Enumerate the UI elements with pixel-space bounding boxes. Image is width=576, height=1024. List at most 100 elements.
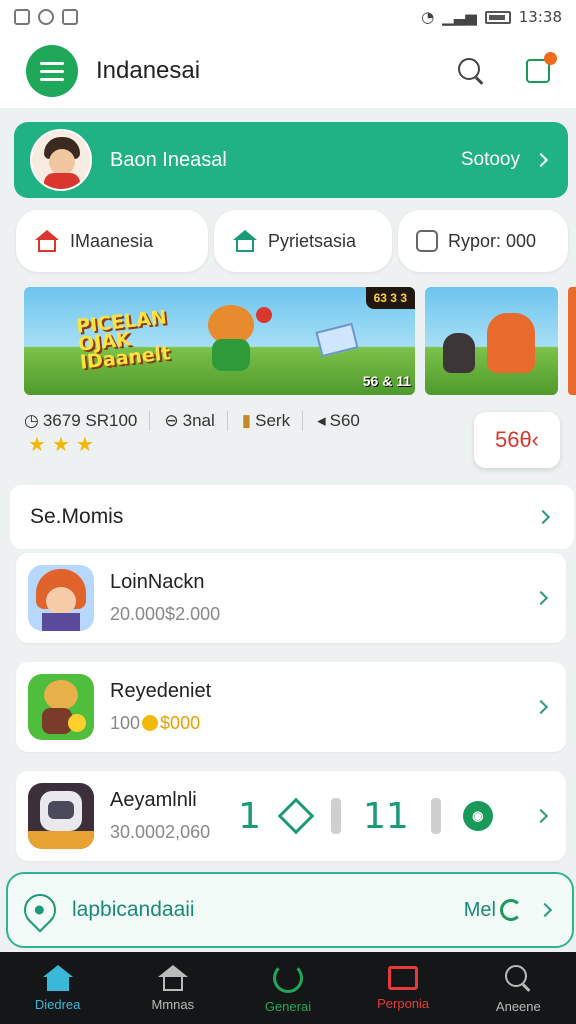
nav-label: Generai <box>264 998 312 1014</box>
battery-icon <box>484 10 511 24</box>
home-icon <box>42 964 73 991</box>
nav-label: Mmnas <box>151 996 195 1012</box>
pause-bar-icon[interactable] <box>331 798 342 834</box>
rating-stars: ★ ★ ★ <box>28 434 94 456</box>
profile-name: Baon Ineasal <box>110 148 227 171</box>
app-title: Indanesai <box>96 57 201 84</box>
notification-badge <box>544 52 557 65</box>
game-row[interactable]: LoinNackn 20.000$2.000 <box>16 553 566 643</box>
game-price: 100 $000 <box>110 713 201 733</box>
swap-icon[interactable] <box>277 797 315 835</box>
promo-bar[interactable]: lapbicandaaii Mel <box>6 872 574 948</box>
location-pin-icon <box>17 887 63 933</box>
promo-text: lapbicandaaii <box>72 898 195 921</box>
banner-peek[interactable] <box>568 287 576 395</box>
bear-character <box>202 305 260 371</box>
notification-icon[interactable] <box>526 52 557 83</box>
control-number[interactable]: 1 <box>238 796 261 837</box>
status-time: 13:38 <box>518 8 562 26</box>
chip-rypor[interactable]: Rypor: 000 <box>398 210 568 272</box>
profile-action[interactable]: Sotooy <box>461 149 520 171</box>
game-name: Aeyamlnli <box>110 789 197 811</box>
chevron-right-icon <box>535 509 551 525</box>
game-price: 30.0002,060 <box>110 822 211 842</box>
wifi-icon: ◔ <box>421 8 435 26</box>
power-icon[interactable]: ◉ <box>462 801 493 831</box>
star-icon: ★ <box>75 434 94 456</box>
chip-label: Rypor: 000 <box>448 230 537 251</box>
envelope-icon <box>315 322 359 358</box>
apple-icon <box>256 307 272 323</box>
chevron-right-icon <box>537 902 553 918</box>
gauge-icon <box>272 962 303 993</box>
cat-character <box>443 333 475 373</box>
promo-more[interactable]: Mel <box>464 899 522 922</box>
stat-item: ⊖ 3nal <box>164 411 215 430</box>
chevron-right-icon <box>533 808 549 824</box>
lock-icon: ⊖ <box>164 411 179 430</box>
banner-main[interactable]: PICELAN OJAK IDaanelt 63 3 3 56 & 11 <box>24 287 415 395</box>
chat-icon <box>38 9 54 25</box>
chip-label: IMaanesia <box>70 230 154 251</box>
banner-badge: 63 3 3 <box>365 287 415 309</box>
game-row[interactable]: Aeyamlnli 30.0002,060 1 11 ◉ <box>16 771 566 861</box>
section-title: Se.Momis <box>30 505 124 528</box>
nav-item-mmnas[interactable]: Mmnas <box>123 964 223 1012</box>
profile-card[interactable]: Baon Ineasal Sotooy <box>14 122 568 198</box>
house-icon <box>232 230 258 252</box>
nav-item-generai[interactable]: Generai <box>238 962 338 1014</box>
status-left <box>14 9 78 25</box>
chevron-right-icon <box>533 590 549 606</box>
chevron-right-icon <box>533 152 549 168</box>
section-header[interactable]: Se.Momis <box>10 485 574 549</box>
chip-pyrietsasia[interactable]: Pyrietsasia <box>214 210 392 272</box>
top-actions <box>456 52 557 86</box>
stat-item: ◂ S60 <box>317 411 360 430</box>
top-app-bar: Indanesai <box>0 34 576 108</box>
pause-bar-icon[interactable] <box>430 798 441 834</box>
game-name: Reyedeniet <box>110 680 212 702</box>
game-thumbnail <box>28 674 94 740</box>
banner-corner-badge: 56 & 11 <box>362 373 411 389</box>
speaker-icon: ◂ <box>317 411 326 430</box>
divider <box>226 411 228 431</box>
category-chips: IMaanesia Pyrietsasia Rypor: 000 <box>16 210 576 272</box>
coin-icon <box>142 715 159 731</box>
bottom-navigation: Diedrea Mmnas Generai Perponia Aneene <box>0 952 576 1024</box>
menu-button[interactable] <box>26 45 78 97</box>
house-icon <box>157 964 188 991</box>
search-icon[interactable] <box>456 56 486 86</box>
search-icon <box>503 963 533 993</box>
house-icon <box>34 230 60 252</box>
nav-item-home[interactable]: Diedrea <box>8 964 108 1012</box>
game-row[interactable]: Reyedeniet 100 $000 <box>16 662 566 752</box>
divider <box>149 411 151 431</box>
nav-label: Diedrea <box>34 996 81 1012</box>
banner-carousel[interactable]: PICELAN OJAK IDaanelt 63 3 3 56 & 11 <box>24 287 576 395</box>
avatar <box>30 129 92 191</box>
nav-item-aneene[interactable]: Aneene <box>468 963 568 1014</box>
stat-item: ▮ Serk <box>241 411 291 430</box>
stat-item: ◷ 3679 SR100 <box>24 411 138 430</box>
fox-character <box>487 313 535 373</box>
game-thumbnail <box>28 565 94 631</box>
signal-icon: ▁▃▅ <box>442 8 477 26</box>
menu-icon-line <box>40 61 64 65</box>
bag-icon: ▮ <box>241 411 252 430</box>
chip-indonesia[interactable]: IMaanesia <box>16 210 208 272</box>
menu-icon-line <box>40 77 64 81</box>
game-price: 20.000$2.000 <box>110 604 221 624</box>
game-name: LoinNackn <box>110 571 205 593</box>
screen-icon <box>388 965 419 990</box>
game-thumbnail <box>28 783 94 849</box>
status-right: ◔ ▁▃▅ 13:38 <box>421 8 562 26</box>
status-bar: ◔ ▁▃▅ 13:38 <box>0 0 576 34</box>
game-controls: 1 11 ◉ <box>238 796 493 837</box>
control-number[interactable]: 11 <box>363 796 409 837</box>
floating-button[interactable]: 56θ‹ <box>474 412 560 468</box>
banner-secondary[interactable] <box>425 287 558 395</box>
nav-item-perponia[interactable]: Perponia <box>353 965 453 1011</box>
refresh-icon <box>500 899 522 921</box>
divider <box>302 411 304 431</box>
menu-icon-line <box>40 69 64 73</box>
